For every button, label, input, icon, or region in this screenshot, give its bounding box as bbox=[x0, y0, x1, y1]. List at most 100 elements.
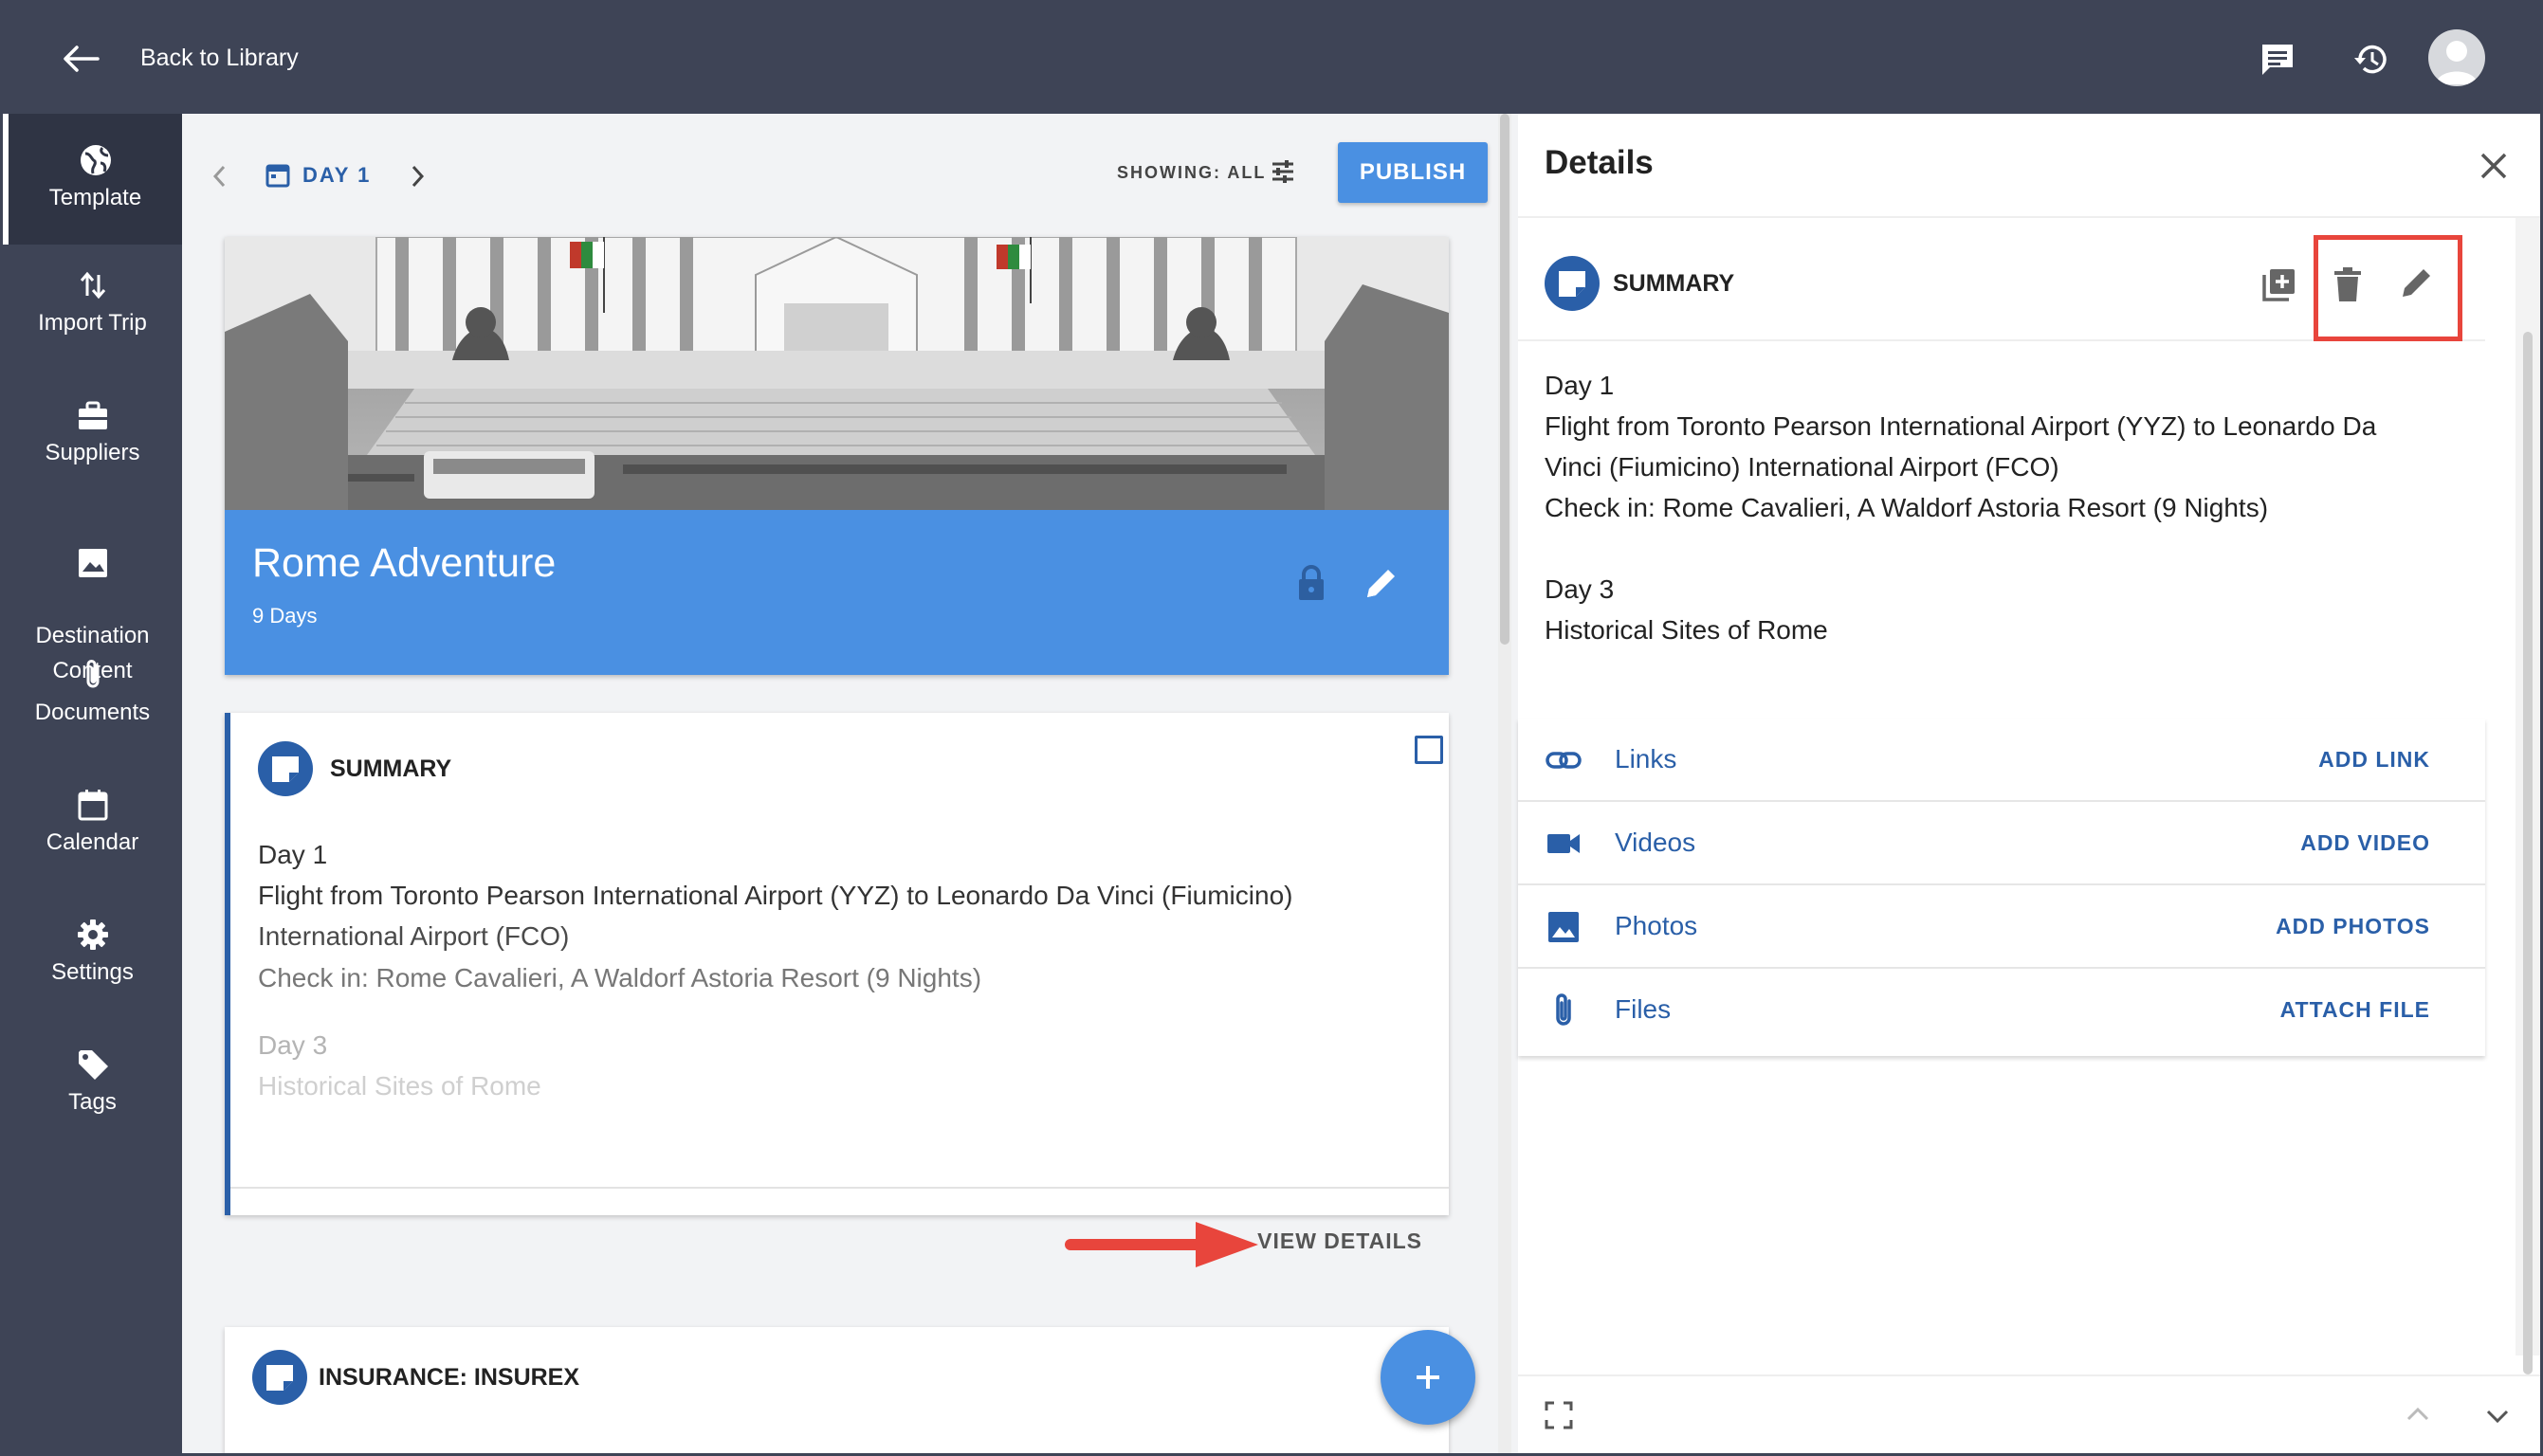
details-header: Details bbox=[1518, 114, 2540, 218]
scrollbar-thumb[interactable] bbox=[2523, 332, 2533, 1374]
attachment-row-videos[interactable]: Videos ADD VIDEO bbox=[1518, 802, 2485, 885]
summary-avatar bbox=[258, 741, 313, 796]
sidebar-item-label: Calendar bbox=[46, 829, 139, 855]
insurance-card[interactable]: INSURANCE: INSUREX bbox=[225, 1327, 1449, 1453]
link-icon bbox=[1546, 752, 1582, 769]
sidebar-item-calendar[interactable]: Calendar bbox=[3, 787, 182, 860]
calendar-icon bbox=[265, 164, 290, 188]
sidebar-item-template[interactable]: Template bbox=[3, 114, 182, 245]
briefcase-icon bbox=[78, 401, 107, 429]
trip-hero-card[interactable]: Rome Adventure 9 Days bbox=[225, 237, 1449, 675]
note-icon bbox=[1559, 271, 1585, 297]
details-footer bbox=[1518, 1374, 2540, 1453]
summary-card-title: SUMMARY bbox=[330, 755, 452, 782]
summary-line: Day 3 bbox=[258, 1030, 328, 1060]
attachment-row-files[interactable]: Files ATTACH FILE bbox=[1518, 969, 2485, 1052]
attachment-label[interactable]: Files bbox=[1615, 994, 1671, 1025]
paperclip-icon bbox=[86, 660, 99, 688]
itinerary-scrollbar[interactable] bbox=[1498, 114, 1511, 1453]
filter-sliders-icon[interactable] bbox=[1271, 159, 1295, 184]
globe-icon bbox=[80, 145, 111, 175]
chevron-down-icon[interactable] bbox=[2485, 1407, 2510, 1426]
chevron-right-icon[interactable] bbox=[410, 163, 427, 190]
summary-line: Day 1 bbox=[258, 840, 328, 869]
chevron-left-icon[interactable] bbox=[210, 163, 228, 190]
details-line: Vinci (Fiumicino) International Airport … bbox=[1545, 452, 2059, 482]
add-photos-button[interactable]: ADD PHOTOS bbox=[2276, 914, 2430, 939]
attachment-row-links[interactable]: Links ADD LINK bbox=[1518, 719, 2485, 802]
photo-icon bbox=[1548, 912, 1579, 942]
image-icon bbox=[78, 549, 107, 577]
sidebar-item-label: Documents bbox=[34, 700, 151, 725]
attachments-section: Links ADD LINK Videos ADD VIDEO Photos A… bbox=[1518, 719, 2485, 1056]
insurance-card-title: INSURANCE: INSUREX bbox=[319, 1364, 580, 1391]
details-summary-title: SUMMARY bbox=[1613, 270, 1735, 297]
close-icon[interactable] bbox=[2478, 150, 2510, 182]
import-arrows-icon bbox=[80, 271, 105, 300]
attachment-label[interactable]: Videos bbox=[1615, 828, 1695, 858]
card-divider bbox=[230, 1187, 1449, 1189]
note-icon bbox=[266, 1365, 293, 1391]
fullscreen-icon[interactable] bbox=[1545, 1401, 1573, 1429]
details-line: Flight from Toronto Pearson Internationa… bbox=[1545, 411, 2377, 441]
attachment-label[interactable]: Photos bbox=[1615, 911, 1697, 941]
details-title: Details bbox=[1545, 144, 1654, 181]
sidebar-item-import-trip[interactable]: Import Trip bbox=[3, 267, 182, 340]
pencil-icon[interactable] bbox=[1363, 564, 1400, 602]
video-camera-icon bbox=[1547, 834, 1580, 853]
sidebar-item-settings[interactable]: Settings bbox=[3, 917, 182, 990]
publish-button[interactable]: PUBLISH bbox=[1338, 142, 1488, 203]
chevron-up-icon[interactable] bbox=[2406, 1405, 2430, 1424]
trip-duration: 9 Days bbox=[252, 604, 318, 628]
tag-icon bbox=[78, 1050, 108, 1080]
summary-line: International Airport (FCO) bbox=[258, 921, 570, 951]
summary-card[interactable]: SUMMARY Day 1 Flight from Toronto Pearso… bbox=[225, 713, 1449, 1253]
back-arrow-icon[interactable] bbox=[62, 44, 100, 74]
attach-file-button[interactable]: ATTACH FILE bbox=[2280, 997, 2430, 1023]
details-line: Day 3 bbox=[1545, 574, 1615, 604]
summary-avatar bbox=[1545, 256, 1600, 311]
lock-icon[interactable] bbox=[1296, 564, 1326, 602]
top-bar: Back to Library bbox=[3, 3, 2540, 114]
day-navigation: DAY 1 SHOWING: ALL PUBLISH bbox=[182, 114, 1499, 228]
summary-line: Check in: Rome Cavalieri, A Waldorf Asto… bbox=[258, 963, 982, 992]
summary-line: Flight from Toronto Pearson Internationa… bbox=[258, 881, 1293, 910]
insurance-avatar bbox=[252, 1350, 307, 1405]
sidebar-item-documents[interactable]: Documents bbox=[3, 657, 182, 730]
day-selector[interactable]: DAY 1 bbox=[302, 163, 371, 188]
annotation-arrow bbox=[1065, 1222, 1258, 1267]
details-line: Day 1 bbox=[1545, 371, 1615, 400]
add-link-button[interactable]: ADD LINK bbox=[2318, 747, 2430, 773]
select-checkbox[interactable] bbox=[1415, 736, 1443, 764]
sidebar-item-label: Template bbox=[48, 185, 142, 210]
sidebar-item-label: Suppliers bbox=[45, 440, 140, 465]
duplicate-icon[interactable] bbox=[2260, 265, 2298, 303]
add-video-button[interactable]: ADD VIDEO bbox=[2300, 830, 2430, 856]
view-details-button[interactable]: VIEW DETAILS bbox=[1257, 1228, 1422, 1254]
sidebar-item-tags[interactable]: Tags bbox=[3, 1046, 182, 1119]
user-avatar[interactable] bbox=[2428, 29, 2485, 86]
annotation-highlight-box bbox=[2314, 235, 2462, 341]
avatar-silhouette-icon bbox=[2436, 41, 2478, 84]
scrollbar-thumb[interactable] bbox=[1500, 114, 1509, 645]
attachment-row-photos[interactable]: Photos ADD PHOTOS bbox=[1518, 885, 2485, 969]
chat-icon[interactable] bbox=[2259, 41, 2296, 79]
calendar-icon bbox=[78, 790, 107, 821]
sidebar: Template Import Trip Suppliers Destinati… bbox=[3, 114, 182, 1453]
rome-monument-photo bbox=[225, 237, 1449, 510]
itinerary-column: DAY 1 SHOWING: ALL PUBLISH Rome Adventur… bbox=[182, 114, 1511, 1453]
details-line: Check in: Rome Cavalieri, A Waldorf Asto… bbox=[1545, 493, 2269, 522]
sidebar-item-label: Import Trip bbox=[38, 310, 147, 336]
plus-icon bbox=[1417, 1366, 1439, 1389]
sidebar-item-suppliers[interactable]: Suppliers bbox=[3, 397, 182, 470]
gear-icon bbox=[77, 919, 108, 950]
note-icon bbox=[272, 756, 299, 782]
history-icon[interactable] bbox=[2352, 41, 2390, 79]
sidebar-item-label: Settings bbox=[51, 959, 134, 985]
add-item-fab[interactable] bbox=[1381, 1330, 1475, 1425]
sidebar-item-label: Tags bbox=[68, 1089, 117, 1115]
back-to-library-link[interactable]: Back to Library bbox=[140, 45, 299, 72]
details-scrollbar[interactable] bbox=[2516, 218, 2540, 1374]
attachment-label[interactable]: Links bbox=[1615, 744, 1676, 774]
showing-filter-label[interactable]: SHOWING: ALL bbox=[1117, 163, 1266, 183]
